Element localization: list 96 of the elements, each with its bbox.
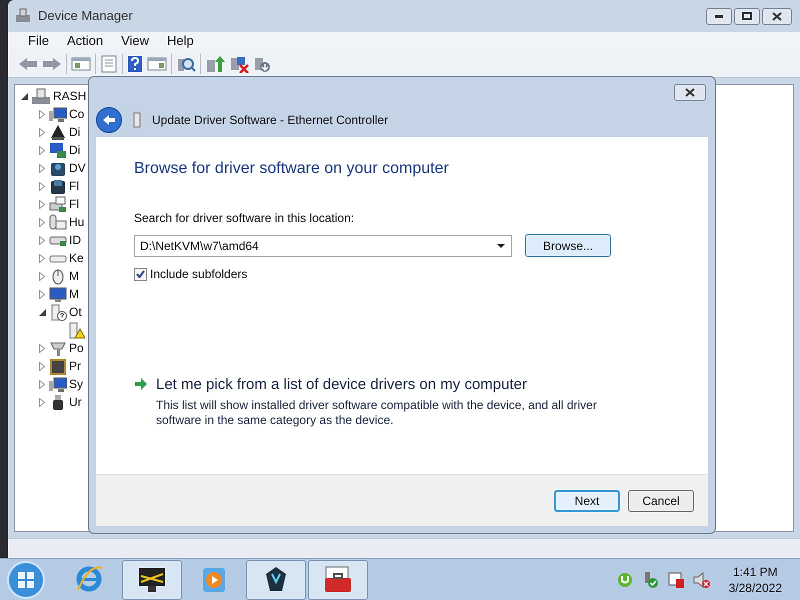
expand-arrow-icon[interactable] [39,380,45,388]
restore-icon [742,12,752,20]
tree-item-label[interactable]: Di [69,141,80,159]
close-icon [685,88,695,96]
back-arrow-icon [102,114,116,126]
location-combobox[interactable]: D:\NetKVM\w7\amd64 [134,234,512,256]
close-button[interactable] [762,8,792,24]
windows-logo-icon [7,560,45,598]
disk-drive-icon [49,124,67,140]
menu-item[interactable]: View [113,31,158,51]
action-pane-icon[interactable] [147,56,167,72]
checkbox[interactable] [134,268,147,280]
update-driver-icon[interactable] [205,54,225,72]
taskbar-button[interactable] [308,560,368,600]
network-adapter-icon [132,112,142,128]
back-button[interactable] [96,107,122,133]
taskbar-button[interactable] [246,560,306,600]
tree-item-label[interactable]: Hu [69,213,84,231]
tree-item-label[interactable]: Po [69,339,84,357]
dialog-title: Update Driver Software - Ethernet Controller [152,112,388,129]
close-icon [772,12,782,20]
menu-item[interactable]: Help [159,31,202,51]
checkbox-label: Include subfolders [150,266,248,283]
uninstall-icon[interactable] [229,54,249,72]
collapse-arrow-icon[interactable] [38,308,46,316]
collapse-arrow-icon[interactable] [20,92,28,100]
speaker-muted-icon[interactable] [692,570,711,588]
device-manager-icon [14,8,32,24]
tree-item-label[interactable]: DV [69,159,86,177]
monitor-icon [49,286,67,302]
minimize-button[interactable] [706,8,732,24]
tree-item-label[interactable]: Ke [69,249,84,267]
tree-item-label[interactable]: Co [69,105,84,123]
unknown-device-icon [49,304,67,320]
tree-item-label[interactable]: M [69,267,79,285]
expand-arrow-icon[interactable] [39,128,45,136]
maximize-button[interactable] [734,8,760,24]
back-arrow-icon[interactable] [18,56,38,70]
dialog-button[interactable]: Cancel [628,490,694,512]
arrow-icon [134,378,148,390]
computer-icon [49,376,67,392]
dialog-heading: Browse for driver software on your computer [134,159,450,179]
properties-icon[interactable] [100,54,118,72]
expand-arrow-icon[interactable] [39,236,45,244]
clock-time[interactable]: 1:41 PM [732,564,778,580]
processor-icon [49,358,67,374]
tree-item-label[interactable]: RASH [53,87,86,105]
tree-item-label[interactable]: M [69,285,79,303]
clock-date[interactable]: 3/28/2022 [728,580,782,596]
display-adapter-icon [49,142,67,158]
minimize-icon [715,14,723,18]
expand-arrow-icon[interactable] [39,164,45,172]
expand-arrow-icon[interactable] [39,398,45,406]
warning-device-icon [67,322,85,338]
expand-arrow-icon[interactable] [39,290,45,298]
forward-arrow-icon[interactable] [42,56,62,70]
tree-item-label[interactable]: Di [69,123,80,141]
expand-arrow-icon[interactable] [39,272,45,280]
expand-arrow-icon[interactable] [39,182,45,190]
menu-item[interactable]: Action [58,31,112,51]
location-label: Search for driver software in this location: [134,210,356,227]
dropdown-arrow-icon [497,244,505,248]
window-title: Device Manager [38,7,134,26]
menu-item[interactable]: File [20,31,57,51]
pick-driver-link[interactable]: Let me pick from a list of device drivers on my computer [156,374,606,396]
keyboard-mouse-icon [49,214,67,230]
dialog-button[interactable]: Next [554,490,620,512]
tree-item-label[interactable]: Sy [69,375,84,393]
expand-arrow-icon[interactable] [39,200,45,208]
expand-arrow-icon[interactable] [39,218,45,226]
tree-item-label[interactable]: Ot [69,303,82,321]
tree-item-label[interactable]: ID [69,231,81,249]
tree-item-label[interactable]: Fl [69,177,79,195]
torrent-icon[interactable] [616,572,633,588]
expand-arrow-icon[interactable] [39,344,45,352]
checkmark-icon [136,270,145,278]
controller-icon [49,196,67,212]
port-icon [49,340,67,356]
pick-driver-description: This list will show installed driver software compatible with the device, and all driver software in the same category as the device. [156,398,598,428]
expand-arrow-icon[interactable] [39,362,45,370]
drive-icon [49,178,67,194]
browse-button[interactable]: Browse... [525,234,611,257]
expand-arrow-icon[interactable] [39,110,45,118]
console-tree-icon[interactable] [71,56,91,72]
tree-item-label[interactable]: Ur [69,393,82,411]
tree-item-label[interactable]: Pr [69,357,81,375]
start-button[interactable] [4,560,48,600]
expand-arrow-icon[interactable] [39,254,45,262]
computer-icon [31,88,51,104]
taskbar-button[interactable] [122,560,182,600]
help-icon[interactable] [127,54,143,72]
close-button[interactable] [674,84,706,100]
computer-icon [49,106,67,122]
expand-arrow-icon[interactable] [39,146,45,154]
tree-item-label[interactable]: Fl [69,195,79,213]
network-disconnected-icon[interactable] [666,570,685,588]
